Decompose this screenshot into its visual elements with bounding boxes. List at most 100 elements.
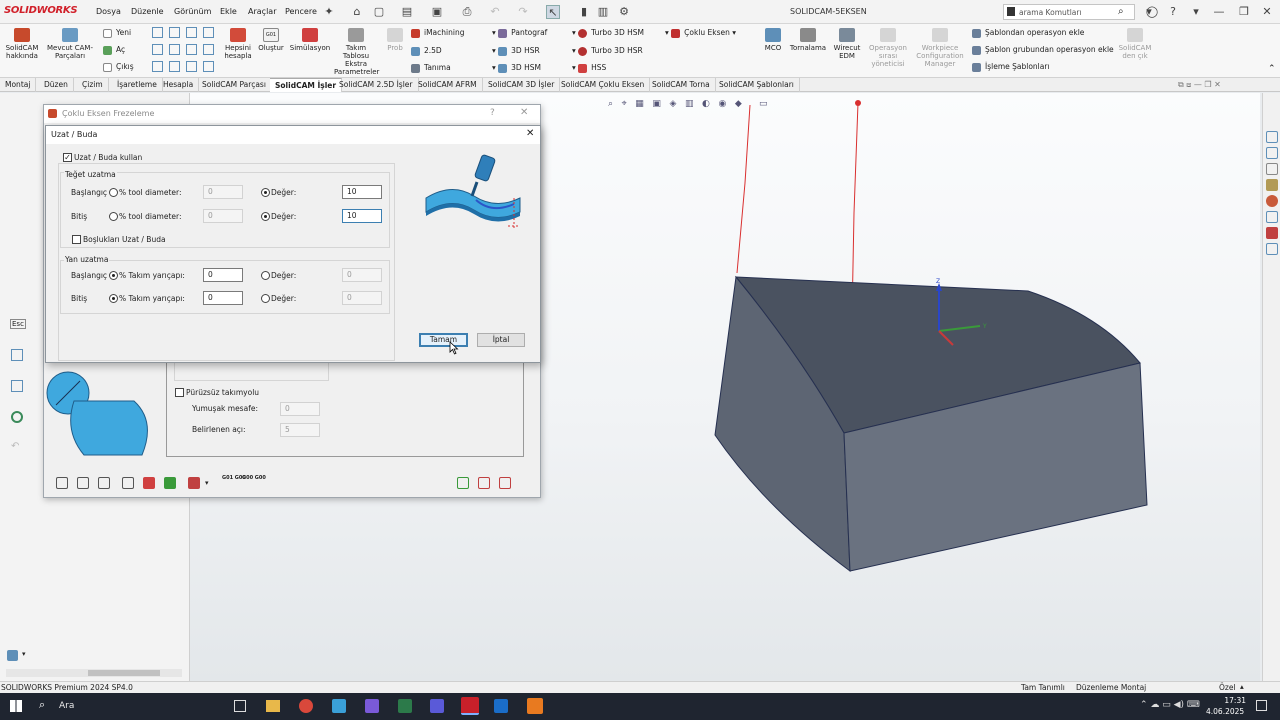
save-copy-icon[interactable]: [77, 477, 89, 489]
print-icon[interactable]: ⎙: [460, 5, 474, 19]
ok-button[interactable]: Tamam: [419, 333, 468, 347]
custom-properties-icon[interactable]: [1266, 211, 1278, 223]
solidcam-about-button[interactable]: SolidCAM hakkında: [2, 28, 42, 60]
menu-file[interactable]: Dosya: [96, 7, 121, 16]
panel-refresh-icon[interactable]: [11, 411, 23, 423]
menu-edit[interactable]: Düzenle: [131, 7, 164, 16]
multi-axis-button[interactable]: ▾ Çoklu Eksen ▾: [665, 28, 736, 38]
op-icon[interactable]: [186, 44, 197, 55]
tangent-start-pct-field[interactable]: 0: [203, 185, 243, 199]
display-style-icon[interactable]: [7, 650, 18, 661]
teams-icon[interactable]: [430, 699, 444, 713]
smooth-distance-field[interactable]: 0: [280, 402, 320, 416]
redo-icon[interactable]: ↷: [516, 5, 530, 19]
extend-gaps-checkbox[interactable]: [72, 235, 81, 244]
pen-app-icon[interactable]: [365, 699, 379, 713]
tab-solidcam-templates[interactable]: SolidCAM Şablonları: [714, 78, 800, 92]
bg-help-icon[interactable]: ?: [490, 108, 495, 118]
side-end-pct-field[interactable]: 0: [203, 291, 243, 305]
tangent-end-value-radio[interactable]: [261, 212, 270, 221]
exit-button[interactable]: Çıkış: [103, 62, 134, 72]
taskbar-search-label[interactable]: Ara: [59, 701, 74, 711]
tangent-end-pct-radio[interactable]: [109, 212, 118, 221]
calculator-icon[interactable]: [398, 699, 412, 713]
command-search-input[interactable]: arama Komutları ⌕: [1003, 4, 1135, 20]
status-custom-text[interactable]: Özel: [1219, 683, 1236, 692]
op-icon[interactable]: [152, 27, 163, 38]
file-explorer-icon[interactable]: [1266, 179, 1278, 191]
windows-start-icon[interactable]: [10, 700, 22, 712]
pin-icon[interactable]: ✦: [322, 5, 336, 19]
mco-button[interactable]: MCO: [760, 28, 786, 52]
open-button[interactable]: Aç: [103, 45, 125, 55]
design-library-icon[interactable]: [1266, 163, 1278, 175]
3d-hsr-button[interactable]: ▾ 3D HSR: [492, 46, 540, 56]
outlook-icon[interactable]: [494, 699, 508, 713]
app-icon[interactable]: [332, 699, 346, 713]
taskbar-date[interactable]: 4.06.2025: [1206, 707, 1244, 716]
cube-icon[interactable]: [188, 477, 200, 489]
solidcam-task-icon[interactable]: [1266, 227, 1278, 239]
op-icon[interactable]: [169, 27, 180, 38]
new-button[interactable]: Yeni: [103, 28, 131, 38]
home-icon[interactable]: ⌂: [350, 5, 364, 19]
tab-solidcam-3d[interactable]: SolidCAM 3D İşler: [483, 78, 561, 92]
3d-hsm-button[interactable]: ▾ 3D HSM: [492, 63, 541, 73]
close-icon[interactable]: ✕: [1260, 5, 1274, 19]
op-icon[interactable]: [203, 44, 214, 55]
dialog-close-icon[interactable]: ✕: [526, 128, 534, 139]
tangent-start-pct-radio[interactable]: [109, 188, 118, 197]
op-icon[interactable]: [186, 61, 197, 72]
op-icon[interactable]: [169, 44, 180, 55]
file-explorer-taskbar-icon[interactable]: [266, 700, 280, 712]
menu-tools[interactable]: Araçlar: [248, 7, 276, 16]
calculate-all-button[interactable]: Hepsini hesapla: [222, 28, 254, 60]
op-icon[interactable]: [152, 61, 163, 72]
panel-undo-icon[interactable]: ↶: [11, 441, 19, 452]
simulate-icon[interactable]: [143, 477, 155, 489]
cam-parts-button[interactable]: Mevcut CAM-Parçaları: [46, 28, 94, 60]
add-op-from-template-button[interactable]: Şablondan operasyon ekle: [972, 28, 1084, 38]
generate-button[interactable]: G01 Oluştur: [256, 28, 286, 52]
minimize-icon[interactable]: —: [1212, 5, 1226, 19]
dropdown-chevron-icon[interactable]: ▾: [1189, 5, 1203, 19]
window-tile-icon[interactable]: ⧉ ⧈ — ❐ ✕: [1178, 80, 1221, 90]
tab-evaluate[interactable]: Hesapla: [158, 78, 200, 92]
wirecut-edm-button[interactable]: Wirecut EDM: [830, 28, 864, 60]
tab-markup[interactable]: İşaretleme: [112, 78, 163, 92]
pantograph-button[interactable]: ▾ Pantograf: [492, 28, 547, 38]
bg-close-icon[interactable]: ✕: [520, 107, 528, 118]
panel-tree-icon[interactable]: [11, 380, 23, 392]
system-tray-icons[interactable]: ⌃ ☁ ▭ ◀) ⌨: [1140, 700, 1200, 710]
menu-insert[interactable]: Ekle: [220, 7, 237, 16]
workpiece-config-button[interactable]: Workpiece Configuration Manager: [912, 28, 968, 68]
verify-icon[interactable]: [164, 477, 176, 489]
tab-solidcam-afrm[interactable]: SolidCAM AFRM: [413, 78, 483, 92]
add-op-from-template-group-button[interactable]: Şablon grubundan operasyon ekle: [972, 45, 1114, 55]
smooth-toolpath-checkbox[interactable]: [175, 388, 184, 397]
home-task-icon[interactable]: [1266, 131, 1278, 143]
menu-view[interactable]: Görünüm: [174, 7, 211, 16]
display-style-chevron-icon[interactable]: ▾: [22, 650, 26, 658]
cube-chevron-icon[interactable]: ▾: [205, 479, 209, 487]
remove-icon[interactable]: [478, 477, 490, 489]
imachining-button[interactable]: iMachining: [411, 28, 464, 38]
tangent-end-pct-field[interactable]: 0: [203, 209, 243, 223]
save-icon[interactable]: ▣: [430, 5, 444, 19]
save-op-icon[interactable]: [56, 477, 68, 489]
taskbar-time[interactable]: 17:31: [1214, 696, 1246, 705]
app-orange-icon[interactable]: [527, 698, 543, 714]
side-start-value-radio[interactable]: [261, 271, 270, 280]
notification-icon[interactable]: [1256, 700, 1267, 711]
op-icon[interactable]: [152, 44, 163, 55]
op-icon[interactable]: [203, 27, 214, 38]
rebuild-icon[interactable]: ▮: [577, 5, 591, 19]
tab-assembly[interactable]: Montaj: [0, 78, 37, 92]
side-start-pct-field[interactable]: 0: [203, 268, 243, 282]
25d-button[interactable]: 2.5D: [411, 46, 442, 56]
simulation-button[interactable]: Simülasyon: [288, 28, 332, 52]
side-end-value-radio[interactable]: [261, 294, 270, 303]
panel-tool-icon[interactable]: [11, 349, 23, 361]
recognition-button[interactable]: Tanıma: [411, 63, 451, 73]
turbo-3d-hsr-button[interactable]: ▾ Turbo 3D HSR: [572, 46, 643, 56]
